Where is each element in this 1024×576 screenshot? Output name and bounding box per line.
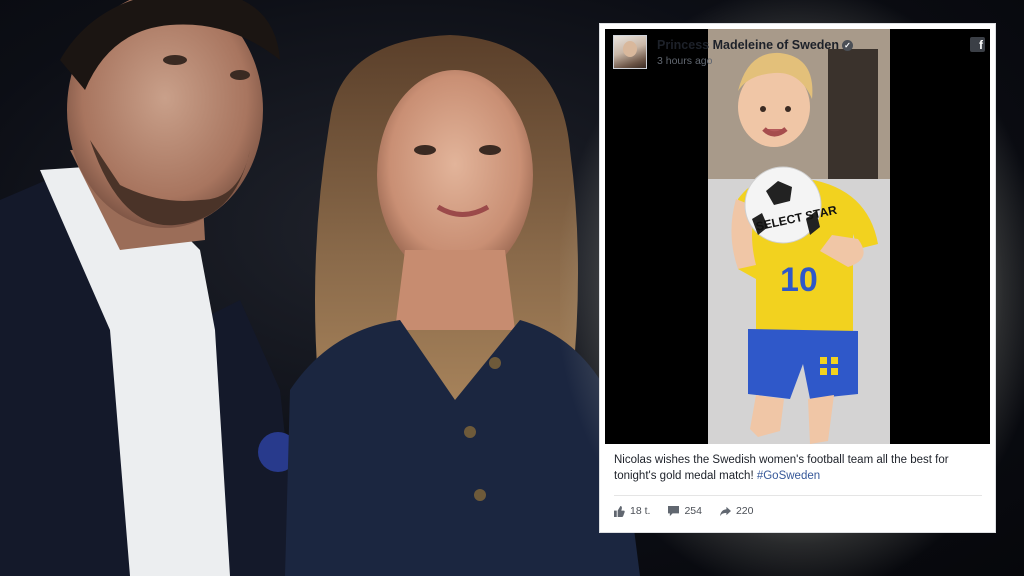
like-count-value: 18 t. xyxy=(630,505,651,517)
share-count-value: 220 xyxy=(735,505,754,517)
page-name-link[interactable]: Princess Madeleine of Sweden xyxy=(657,38,839,52)
post-header: Princess Madeleine of Sweden ✓ 3 hours ag… xyxy=(600,24,995,69)
post-stats-bar: 18 t. 254 220 xyxy=(614,505,772,517)
video-frame-child-with-ball: 10 SELECT STAR xyxy=(708,29,890,444)
post-timestamp[interactable]: 3 hours ago xyxy=(657,55,712,67)
post-video[interactable]: 10 SELECT STAR xyxy=(605,29,990,444)
child-illustration: 10 SELECT STAR xyxy=(708,29,890,444)
comment-count[interactable]: 254 xyxy=(668,505,702,517)
page-name-row: Princess Madeleine of Sweden ✓ xyxy=(657,38,854,52)
news-image-stage: 10 SELECT STAR Princess Madeleine of Swe… xyxy=(0,0,1024,576)
post-divider xyxy=(614,495,982,496)
facebook-icon[interactable]: f xyxy=(970,37,985,52)
thumbs-up-icon xyxy=(614,505,625,517)
page-avatar[interactable] xyxy=(613,35,647,69)
share-count[interactable]: 220 xyxy=(719,505,754,517)
hashtag-link[interactable]: #GoSweden xyxy=(757,470,820,482)
woman-head xyxy=(377,70,533,280)
comment-icon xyxy=(668,505,680,516)
facebook-post-card: 10 SELECT STAR Princess Madeleine of Swe… xyxy=(599,23,996,533)
post-caption: Nicolas wishes the Swedish women's footb… xyxy=(614,452,984,484)
like-count[interactable]: 18 t. xyxy=(614,505,650,517)
jersey-number: 10 xyxy=(780,261,818,299)
share-arrow-icon xyxy=(719,506,731,516)
verified-checkmark-icon: ✓ xyxy=(842,40,854,51)
comment-count-value: 254 xyxy=(684,505,702,517)
